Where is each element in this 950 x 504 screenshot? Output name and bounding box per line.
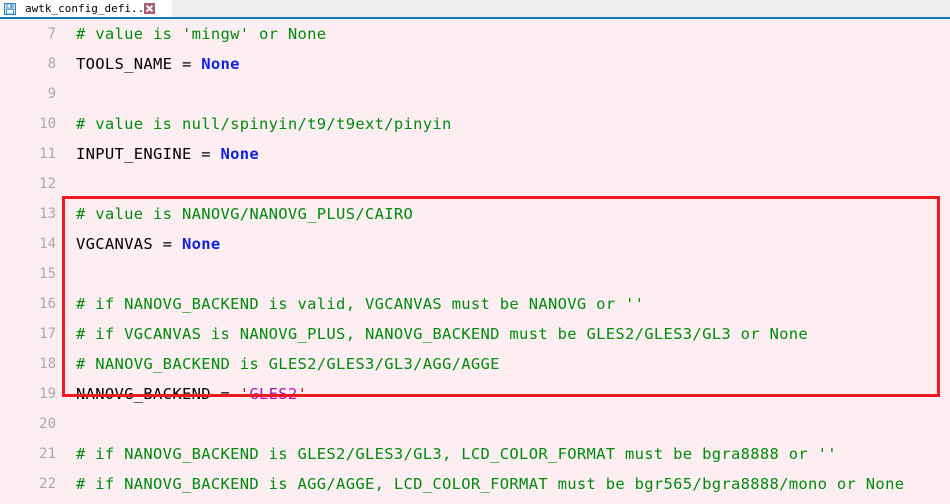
token-kw: None xyxy=(220,145,260,163)
token-cm: # if NANOVG_BACKEND is valid, VGCANVAS m… xyxy=(76,295,645,313)
code-line[interactable]: 11 INPUT_ENGINE = None xyxy=(0,139,950,169)
line-number: 23 xyxy=(0,499,56,504)
token-kw: None xyxy=(181,235,221,253)
code-line[interactable]: 21 # if NANOVG_BACKEND is GLES2/GLES3/GL3… xyxy=(0,439,950,469)
code-line[interactable]: 7 # value is 'mingw' or None xyxy=(0,19,950,49)
line-number: 14 xyxy=(39,236,56,252)
line-content: TOOLS_NAME = None xyxy=(76,49,240,79)
token-kw: None xyxy=(201,55,240,73)
code-line[interactable]: 8 TOOLS_NAME = None xyxy=(0,49,950,79)
line-number: 20 xyxy=(39,416,56,432)
code-line[interactable]: 15 xyxy=(0,259,950,289)
line-number: 8 xyxy=(47,56,56,72)
token-cm: # value is 'mingw' or None xyxy=(76,25,327,43)
line-content: # NANOVG_BACKEND is GLES2/GLES3/GL3/AGG/… xyxy=(76,349,500,379)
token-q: ' xyxy=(239,385,250,403)
line-number: 17 xyxy=(39,326,56,342)
code-line[interactable]: 18 # NANOVG_BACKEND is GLES2/GLES3/GL3/AG… xyxy=(0,349,950,379)
line-number: 11 xyxy=(39,146,56,162)
line-content: # if NANOVG_BACKEND is valid, VGCANVAS m… xyxy=(76,289,644,319)
token-id: TOOLS_NAME = xyxy=(76,55,202,73)
code-lines[interactable]: 7 # value is 'mingw' or None 8 TOOLS_NAME =… xyxy=(0,19,950,504)
token-cm: # if NANOVG_BACKEND is GLES2/GLES3/GL3, … xyxy=(76,445,837,463)
token-cm: # value is null/spinyin/t9/t9ext/pinyin xyxy=(76,115,452,133)
line-number: 15 xyxy=(39,266,56,282)
line-number: 12 xyxy=(39,176,56,192)
editor-window: awtk_config_defi... 7 # value is 'mingw' … xyxy=(0,0,950,504)
line-content: INPUT_ENGINE = None xyxy=(76,139,259,169)
tab-awtk-config[interactable]: awtk_config_defi... xyxy=(0,0,172,17)
code-line[interactable]: 14 VGCANVAS = None xyxy=(0,229,950,259)
code-line[interactable]: 10 # value is null/spinyin/t9/t9ext/pinyi… xyxy=(0,109,950,139)
line-number: 19 xyxy=(39,386,56,402)
code-line[interactable]: 22 # if NANOVG_BACKEND is AGG/AGGE, LCD_C… xyxy=(0,469,950,499)
line-number: 7 xyxy=(47,26,56,42)
line-number: 13 xyxy=(39,206,56,222)
token-cm: # NANOVG_BACKEND is GLES2/GLES3/GL3/AGG/… xyxy=(76,355,500,373)
code-line[interactable]: 9 xyxy=(0,79,950,109)
token-st: GLES2 xyxy=(249,385,298,403)
token-id: NANOVG_BACKEND = xyxy=(76,385,240,403)
code-line[interactable]: 17 # if VGCANVAS is NANOVG_PLUS, NANOVG_B… xyxy=(0,319,950,349)
code-line[interactable]: 12 xyxy=(0,169,950,199)
line-content: # if VGCANVAS is NANOVG_PLUS, NANOVG_BAC… xyxy=(76,319,808,349)
code-line[interactable]: 16 # if NANOVG_BACKEND is valid, VGCANVAS… xyxy=(0,289,950,319)
line-content: # if NANOVG_BACKEND is AGG/AGGE, LCD_COL… xyxy=(76,469,904,499)
close-icon[interactable] xyxy=(144,3,155,14)
line-number: 9 xyxy=(47,86,56,102)
tab-title: awtk_config_defi... xyxy=(25,2,151,15)
save-floppy-icon xyxy=(4,2,16,15)
line-content: NANOVG_BACKEND = 'GLES2' xyxy=(76,379,307,409)
token-cm: # value is NANOVG/NANOVG_PLUS/CAIRO xyxy=(76,205,414,223)
token-q: ' xyxy=(297,385,308,403)
token-id: INPUT_ENGINE = xyxy=(76,145,221,163)
line-number: 18 xyxy=(39,356,56,372)
line-number: 16 xyxy=(39,296,56,312)
line-content: VGCANVAS = None xyxy=(76,229,220,259)
line-content: # if NANOVG_BACKEND is GLES2/GLES3/GL3, … xyxy=(76,439,837,469)
line-number: 21 xyxy=(39,446,56,462)
code-editor[interactable]: 7 # value is 'mingw' or None 8 TOOLS_NAME =… xyxy=(0,19,950,504)
line-content: # value is 'mingw' or None xyxy=(76,19,326,49)
code-line[interactable]: 20 xyxy=(0,409,950,439)
line-content: # value is NANOVG/NANOVG_PLUS/CAIRO xyxy=(76,199,413,229)
line-number: 10 xyxy=(39,116,56,132)
tab-bar: awtk_config_defi... xyxy=(0,0,950,19)
line-content: # NANOVG_BACKEND is bgr565/bgra8888/mono xyxy=(76,499,461,504)
token-cm: # if NANOVG_BACKEND is AGG/AGGE, LCD_COL… xyxy=(76,475,905,493)
token-id: VGCANVAS = xyxy=(76,235,182,253)
code-line[interactable]: 19 NANOVG_BACKEND = 'GLES2' xyxy=(0,379,950,409)
code-line[interactable]: 23 # NANOVG_BACKEND is bgr565/bgra8888/mo… xyxy=(0,499,950,504)
token-cm: # if VGCANVAS is NANOVG_PLUS, NANOVG_BAC… xyxy=(76,325,809,343)
line-content: # value is null/spinyin/t9/t9ext/pinyin xyxy=(76,109,452,139)
code-line[interactable]: 13 # value is NANOVG/NANOVG_PLUS/CAIRO xyxy=(0,199,950,229)
line-number: 22 xyxy=(39,476,56,492)
